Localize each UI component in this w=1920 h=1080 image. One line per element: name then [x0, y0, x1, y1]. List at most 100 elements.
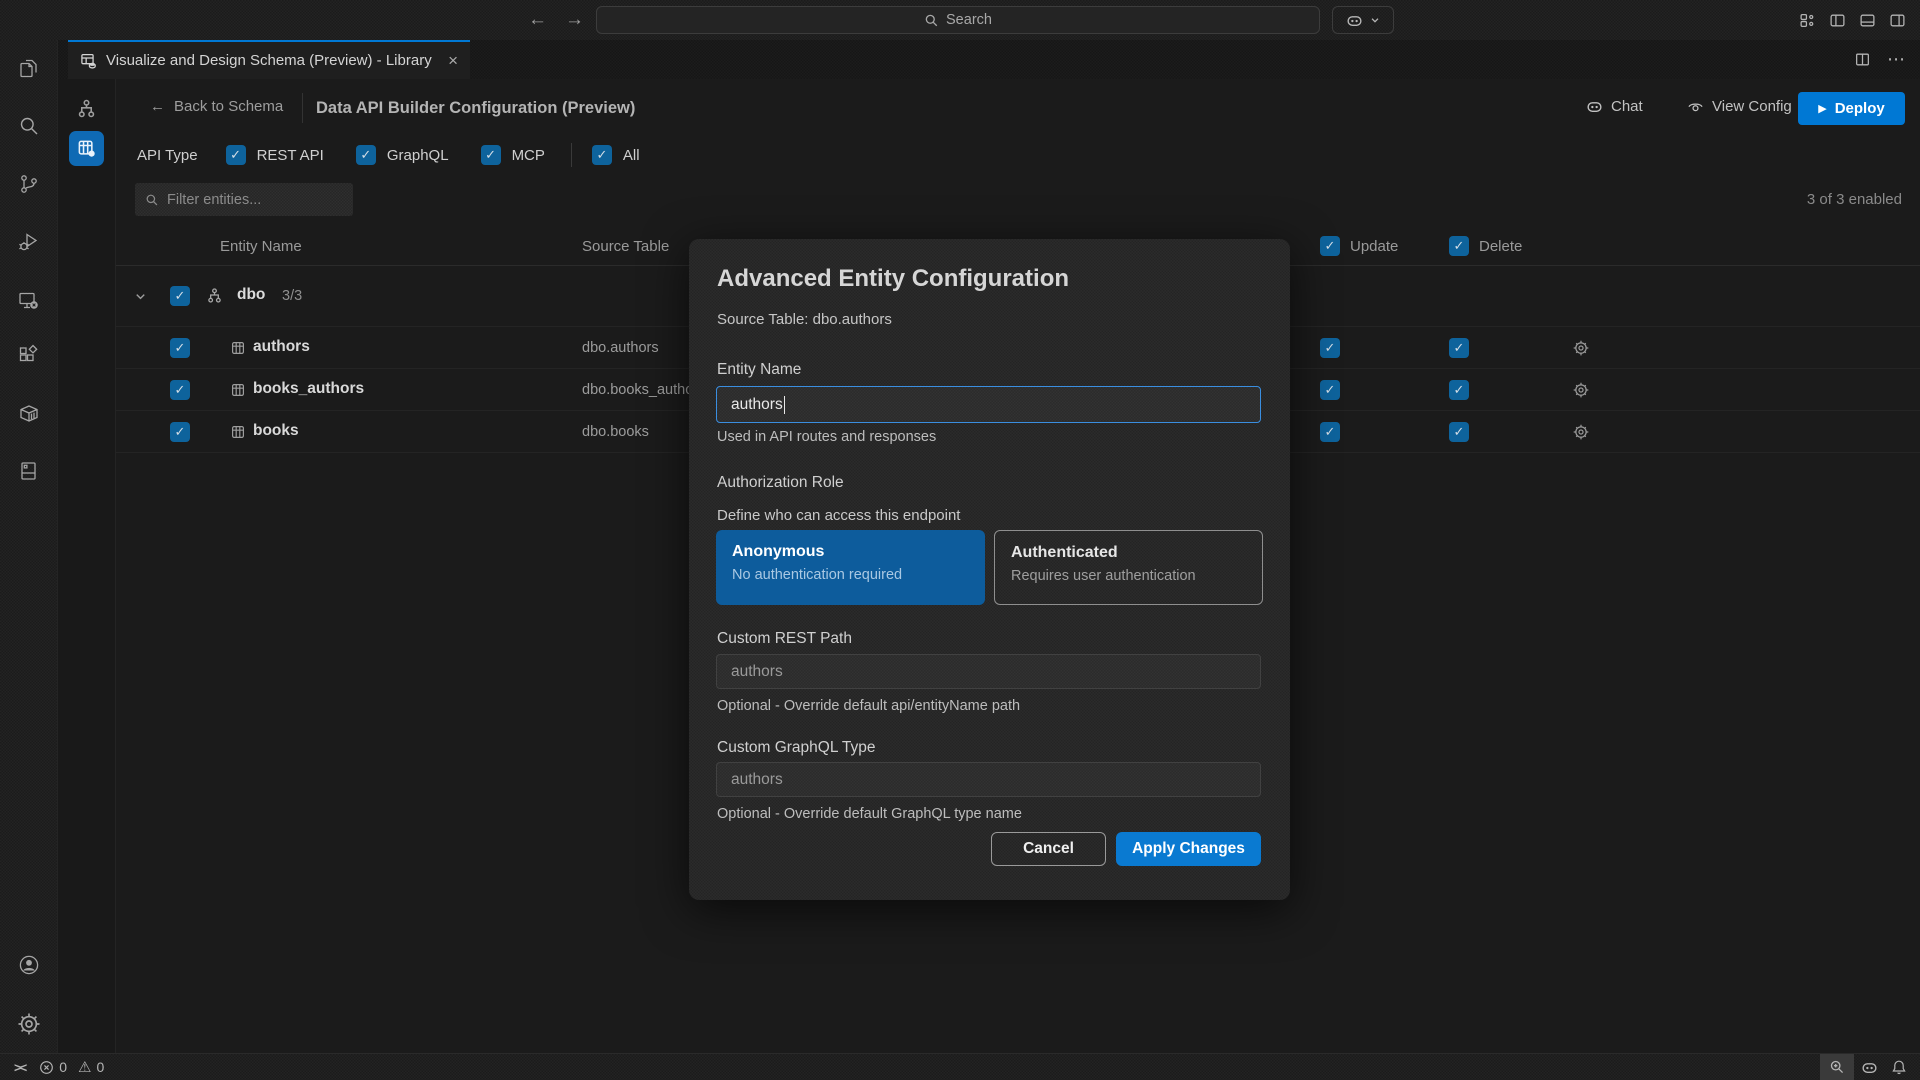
schema-designer-icon: [80, 52, 97, 69]
delete-checkbox[interactable]: ✓: [1449, 338, 1469, 358]
custom-rest-path-label: Custom REST Path: [717, 630, 852, 648]
entity-name: books: [253, 422, 299, 440]
settings-gear-icon[interactable]: [17, 1012, 41, 1036]
warning-count: 0: [96, 1059, 104, 1075]
update-checkbox[interactable]: ✓: [1320, 380, 1340, 400]
zoom-in-icon[interactable]: [1820, 1054, 1854, 1080]
row-checkbox[interactable]: ✓: [170, 422, 190, 442]
warning-icon: ⚠: [78, 1058, 91, 1076]
explorer-icon[interactable]: [17, 57, 41, 81]
schema-view-icon[interactable]: [76, 98, 97, 119]
cancel-button[interactable]: Cancel: [991, 832, 1106, 866]
anonymous-desc: No authentication required: [732, 567, 969, 583]
filter-mcp[interactable]: ✓ MCP: [481, 145, 545, 165]
mcp-label: MCP: [512, 147, 545, 164]
extensions-icon[interactable]: [17, 344, 41, 368]
check-icon: ✓: [230, 147, 241, 163]
dialog-actions: Cancel Apply Changes: [991, 832, 1261, 866]
delete-checkbox[interactable]: ✓: [1449, 380, 1469, 400]
search-icon: [145, 193, 159, 207]
text-caret: [784, 396, 786, 414]
chat-button[interactable]: Chat: [1586, 98, 1643, 115]
chat-label: Chat: [1611, 98, 1643, 115]
filter-all[interactable]: ✓ All: [592, 145, 640, 165]
custom-rest-path-input[interactable]: authors: [716, 654, 1261, 689]
filter-rest-api[interactable]: ✓ REST API: [226, 145, 324, 165]
page-title: Data API Builder Configuration (Preview): [316, 99, 635, 118]
rest-api-checkbox[interactable]: ✓: [226, 145, 246, 165]
all-checkbox[interactable]: ✓: [592, 145, 612, 165]
status-bar: >< 0 ⚠ 0: [0, 1053, 1920, 1080]
group-checkbox[interactable]: ✓: [170, 286, 190, 306]
editor-actions: ⋯: [1854, 40, 1906, 79]
view-config-button[interactable]: View Config: [1687, 98, 1792, 115]
run-debug-icon[interactable]: [17, 230, 41, 254]
update-all-checkbox[interactable]: ✓: [1320, 236, 1340, 256]
source-control-icon[interactable]: [17, 172, 41, 196]
anonymous-option[interactable]: Anonymous No authentication required: [716, 530, 985, 605]
command-center-search[interactable]: Search: [596, 6, 1320, 34]
copilot-menu-button[interactable]: [1332, 6, 1394, 34]
table-icon: [230, 424, 246, 440]
more-actions-icon[interactable]: ⋯: [1887, 49, 1906, 70]
tab-close-icon[interactable]: ×: [448, 52, 458, 69]
customize-layout-icon[interactable]: [1799, 12, 1816, 29]
toggle-primary-sidebar-icon[interactable]: [1829, 12, 1846, 29]
api-builder-view-icon[interactable]: [69, 131, 104, 166]
problems-indicator[interactable]: 0 ⚠ 0: [39, 1058, 104, 1076]
graphql-type-placeholder: authors: [731, 771, 783, 789]
delete-checkbox[interactable]: ✓: [1449, 422, 1469, 442]
search-sidebar-icon[interactable]: [17, 114, 41, 138]
entity-settings-gear-icon[interactable]: [1572, 423, 1590, 441]
back-label: Back to Schema: [174, 98, 283, 115]
col-entity-name: Entity Name: [220, 238, 302, 255]
entity-settings-gear-icon[interactable]: [1572, 339, 1590, 357]
authorization-role-label: Authorization Role: [717, 474, 844, 492]
check-icon: ✓: [1325, 238, 1336, 254]
error-count: 0: [59, 1059, 67, 1075]
check-icon: ✓: [175, 382, 186, 398]
entity-name-input[interactable]: authors: [716, 386, 1261, 423]
graphql-checkbox[interactable]: ✓: [356, 145, 376, 165]
tab-visualize-design-schema[interactable]: Visualize and Design Schema (Preview) - …: [68, 40, 470, 79]
filter-graphql[interactable]: ✓ GraphQL: [356, 145, 449, 165]
all-label: All: [623, 147, 640, 164]
entity-name-label: Entity Name: [717, 361, 801, 379]
update-checkbox[interactable]: ✓: [1320, 338, 1340, 358]
update-checkbox[interactable]: ✓: [1320, 422, 1340, 442]
copilot-status-icon[interactable]: [1854, 1054, 1884, 1080]
check-icon: ✓: [360, 147, 371, 163]
tab-label: Visualize and Design Schema (Preview) - …: [106, 52, 432, 69]
nav-forward-icon[interactable]: →: [565, 9, 584, 31]
entity-name: books_authors: [253, 380, 364, 398]
row-checkbox[interactable]: ✓: [170, 338, 190, 358]
notifications-bell-icon[interactable]: [1884, 1054, 1914, 1080]
nav-back-icon[interactable]: ←: [528, 9, 547, 31]
api-type-filter-row: API Type ✓ REST API ✓ GraphQL ✓ MCP ✓ Al…: [137, 143, 672, 167]
tab-bar: Visualize and Design Schema (Preview) - …: [58, 40, 1920, 79]
remote-indicator-icon[interactable]: ><: [14, 1060, 25, 1075]
deploy-button[interactable]: ▶ Deploy: [1798, 92, 1905, 125]
chevron-down-icon[interactable]: [133, 289, 148, 304]
source-table: dbo.authors: [582, 340, 659, 356]
account-icon[interactable]: [17, 953, 41, 977]
mcp-checkbox[interactable]: ✓: [481, 145, 501, 165]
filter-entities-input[interactable]: Filter entities...: [135, 183, 353, 216]
remote-explorer-icon[interactable]: [17, 289, 41, 313]
authenticated-option[interactable]: Authenticated Requires user authenticati…: [994, 530, 1263, 605]
enabled-summary: 3 of 3 enabled: [1807, 191, 1902, 208]
check-icon: ✓: [1454, 424, 1465, 440]
delete-all-checkbox[interactable]: ✓: [1449, 236, 1469, 256]
database-projects-icon[interactable]: [17, 459, 41, 483]
containers-icon[interactable]: [17, 402, 41, 426]
toggle-secondary-sidebar-icon[interactable]: [1889, 12, 1906, 29]
row-checkbox[interactable]: ✓: [170, 380, 190, 400]
apply-changes-button[interactable]: Apply Changes: [1116, 832, 1261, 866]
entity-name: authors: [253, 338, 310, 356]
authorization-role-help: Define who can access this endpoint: [717, 507, 960, 524]
toggle-panel-icon[interactable]: [1859, 12, 1876, 29]
entity-settings-gear-icon[interactable]: [1572, 381, 1590, 399]
custom-graphql-type-input[interactable]: authors: [716, 762, 1261, 797]
back-to-schema-link[interactable]: ← Back to Schema: [150, 98, 283, 115]
split-editor-icon[interactable]: [1854, 51, 1871, 68]
